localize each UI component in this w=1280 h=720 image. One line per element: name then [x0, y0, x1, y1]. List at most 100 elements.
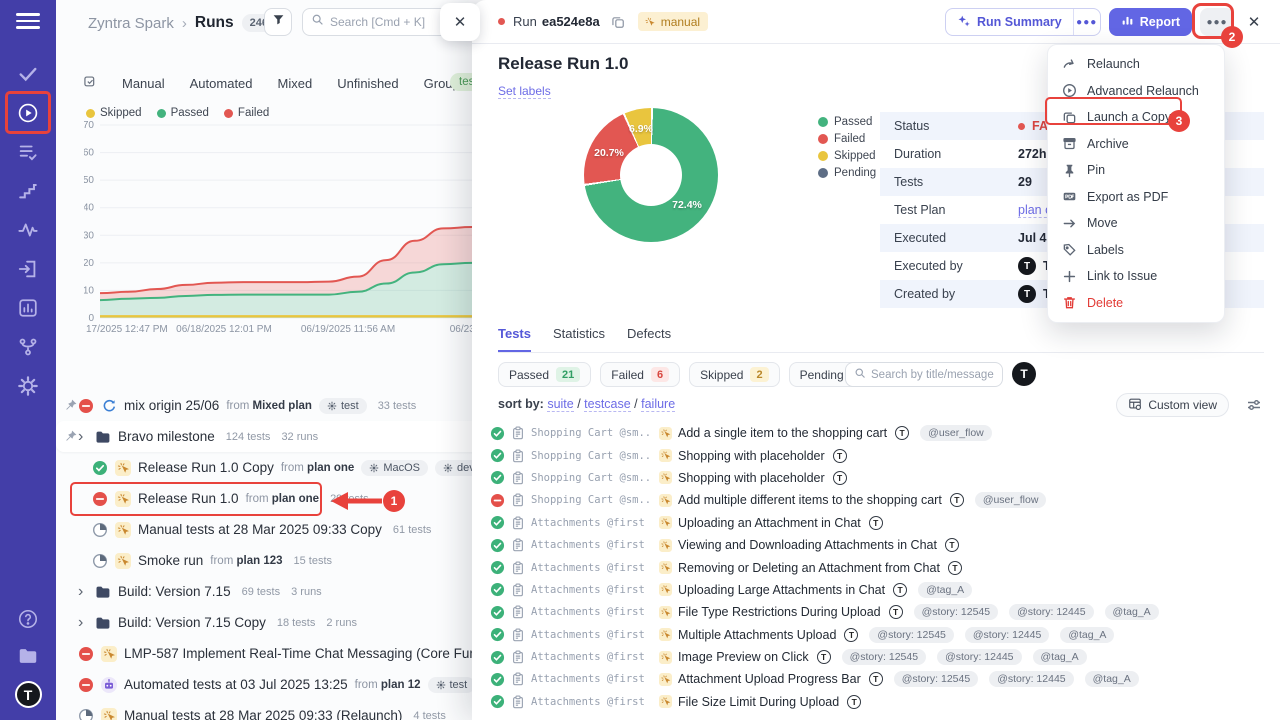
test-title[interactable]: File Size Limit During Upload — [678, 695, 839, 709]
run-name[interactable]: Smoke run — [138, 553, 203, 568]
test-row[interactable]: Attachments @firstViewing and Downloadin… — [472, 534, 1280, 556]
filter-button[interactable] — [264, 8, 292, 36]
chevron-right-icon[interactable]: › — [78, 615, 88, 631]
test-row[interactable]: Attachments @firstFile Size Limit During… — [472, 691, 1280, 713]
test-title[interactable]: Image Preview on Click — [678, 650, 809, 664]
tests-search[interactable] — [845, 362, 1003, 387]
user-avatar[interactable]: T — [15, 681, 42, 708]
test-title[interactable]: Add multiple different items to the shop… — [678, 493, 942, 507]
menu-item-pin[interactable]: Pin — [1048, 157, 1224, 184]
sort-by-failure[interactable]: failure — [641, 397, 675, 412]
run-name[interactable]: Build: Version 7.15 — [118, 584, 231, 599]
run-list-item[interactable]: Automated tests at 03 Jul 2025 13:25from… — [56, 669, 480, 700]
sort-by-suite[interactable]: suite — [547, 397, 573, 412]
filter-failed[interactable]: Failed6 — [600, 362, 680, 387]
run-name[interactable]: Release Run 1.0 — [138, 491, 239, 506]
filter-skipped[interactable]: Skipped2 — [689, 362, 780, 387]
test-row[interactable]: Shopping Cart @sm...Shopping with placeh… — [472, 467, 1280, 489]
sort-by-testcase[interactable]: testcase — [584, 397, 631, 412]
test-title[interactable]: Uploading Large Attachments in Chat — [678, 583, 885, 597]
tab-statistics[interactable]: Statistics — [553, 326, 605, 352]
gear-icon[interactable] — [16, 374, 40, 398]
menu-item-advanced-relaunch[interactable]: Advanced Relaunch — [1048, 78, 1224, 105]
test-row[interactable]: Shopping Cart @sm...Add a single item to… — [472, 422, 1280, 444]
breadcrumb-section[interactable]: Runs — [195, 14, 234, 32]
bar-chart-icon[interactable] — [16, 296, 40, 320]
test-row[interactable]: Attachments @firstUploading Large Attach… — [472, 579, 1280, 601]
menu-item-archive[interactable]: Archive — [1048, 131, 1224, 158]
test-row[interactable]: Attachments @firstFile Type Restrictions… — [472, 601, 1280, 623]
run-summary-button[interactable]: Run Summary ●●● — [945, 8, 1101, 36]
test-title[interactable]: File Type Restrictions During Upload — [678, 605, 881, 619]
test-title[interactable]: Removing or Deleting an Attachment from … — [678, 561, 940, 575]
tab-defects[interactable]: Defects — [627, 326, 671, 352]
run-list-item[interactable]: Release Run 1.0from plan one29 tests — [56, 483, 480, 514]
menu-item-relaunch[interactable]: Relaunch — [1048, 51, 1224, 78]
run-name[interactable]: Manual tests at 28 Mar 2025 09:33 Copy — [138, 522, 382, 537]
test-row[interactable]: Attachments @firstImage Preview on Click… — [472, 646, 1280, 668]
copy-icon[interactable] — [611, 15, 625, 29]
runs-tab-unfinished[interactable]: Unfinished — [337, 76, 398, 91]
branch-icon[interactable] — [16, 335, 40, 359]
test-title[interactable]: Multiple Attachments Upload — [678, 628, 836, 642]
check-icon[interactable] — [16, 62, 40, 86]
test-title[interactable]: Shopping with placeholder — [678, 471, 825, 485]
run-name[interactable]: Bravo milestone — [118, 429, 215, 444]
assignee-avatar[interactable]: T — [1012, 362, 1036, 386]
tests-search-input[interactable] — [871, 369, 994, 381]
select-all-icon[interactable] — [83, 74, 97, 93]
runs-tab-automated[interactable]: Automated — [190, 76, 253, 91]
run-name[interactable]: Release Run 1.0 Copy — [138, 460, 274, 475]
run-list-item[interactable]: Release Run 1.0 Copyfrom plan oneMacOSde… — [56, 452, 480, 483]
enter-icon[interactable] — [16, 257, 40, 281]
steps-icon[interactable] — [16, 179, 40, 203]
run-list-item[interactable]: ›Bravo milestone124 tests32 runs — [56, 421, 480, 452]
test-row[interactable]: Attachments @firstUploading an Attachmen… — [472, 512, 1280, 534]
test-row[interactable]: Shopping Cart @sm...Add multiple differe… — [472, 489, 1280, 511]
menu-item-export-as-pdf[interactable]: Export as PDF — [1048, 184, 1224, 211]
runs-tab-manual[interactable]: Manual — [122, 76, 165, 91]
test-title[interactable]: Uploading an Attachment in Chat — [678, 516, 861, 530]
run-name[interactable]: LMP-587 Implement Real-Time Chat Messagi… — [124, 646, 480, 661]
menu-item-labels[interactable]: Labels — [1048, 237, 1224, 264]
test-row[interactable]: Attachments @firstAttachment Upload Prog… — [472, 668, 1280, 690]
test-row[interactable]: Shopping Cart @sm...Shopping with placeh… — [472, 444, 1280, 466]
run-list-item[interactable]: Manual tests at 28 Mar 2025 09:33 Copy61… — [56, 514, 480, 545]
folder-icon[interactable] — [16, 644, 40, 668]
close-icon[interactable]: ✕ — [1242, 13, 1266, 31]
menu-item-move[interactable]: Move — [1048, 210, 1224, 237]
pulse-icon[interactable] — [16, 218, 40, 242]
run-list-item[interactable]: Manual tests at 28 Mar 2025 09:33 (Relau… — [56, 700, 480, 720]
test-title[interactable]: Add a single item to the shopping cart — [678, 426, 887, 440]
chevron-right-icon[interactable]: › — [78, 429, 88, 445]
test-row[interactable]: Attachments @firstRemoving or Deleting a… — [472, 556, 1280, 578]
chevron-right-icon[interactable]: › — [78, 584, 88, 600]
test-row[interactable]: Attachments @firstMultiple Attachments U… — [472, 624, 1280, 646]
menu-item-launch-a-copy[interactable]: Launch a Copy — [1048, 104, 1224, 131]
run-name[interactable]: Build: Version 7.15 Copy — [118, 615, 266, 630]
run-summary-more-button[interactable]: ●●● — [1074, 9, 1100, 35]
filter-passed[interactable]: Passed21 — [498, 362, 591, 387]
global-search[interactable] — [302, 8, 454, 36]
list-check-icon[interactable] — [16, 140, 40, 164]
drawer-corner-close-button[interactable]: ✕ — [440, 3, 480, 41]
menu-icon[interactable] — [16, 10, 40, 32]
play-circle-icon[interactable] — [16, 101, 40, 125]
test-title[interactable]: Viewing and Downloading Attachments in C… — [678, 538, 937, 552]
menu-item-delete[interactable]: Delete — [1048, 290, 1224, 317]
sliders-icon[interactable] — [1246, 397, 1262, 413]
set-labels-link[interactable]: Set labels — [498, 84, 551, 99]
run-list-item[interactable]: ›Build: Version 7.15 Copy18 tests2 runs — [56, 607, 480, 638]
menu-item-link-to-issue[interactable]: Link to Issue — [1048, 263, 1224, 290]
tab-tests[interactable]: Tests — [498, 326, 531, 352]
custom-view-button[interactable]: Custom view — [1116, 393, 1229, 417]
run-list-item[interactable]: ›Build: Version 7.1569 tests3 runs — [56, 576, 480, 607]
run-name[interactable]: Manual tests at 28 Mar 2025 09:33 (Relau… — [124, 708, 402, 720]
run-list-item[interactable]: Smoke runfrom plan 12315 tests — [56, 545, 480, 576]
report-button[interactable]: Report — [1109, 8, 1192, 36]
run-list-item[interactable]: LMP-587 Implement Real-Time Chat Messagi… — [56, 638, 480, 669]
run-name[interactable]: mix origin 25/06 — [124, 398, 219, 413]
search-input[interactable] — [330, 15, 445, 29]
test-title[interactable]: Shopping with placeholder — [678, 449, 825, 463]
runs-tab-mixed[interactable]: Mixed — [278, 76, 313, 91]
